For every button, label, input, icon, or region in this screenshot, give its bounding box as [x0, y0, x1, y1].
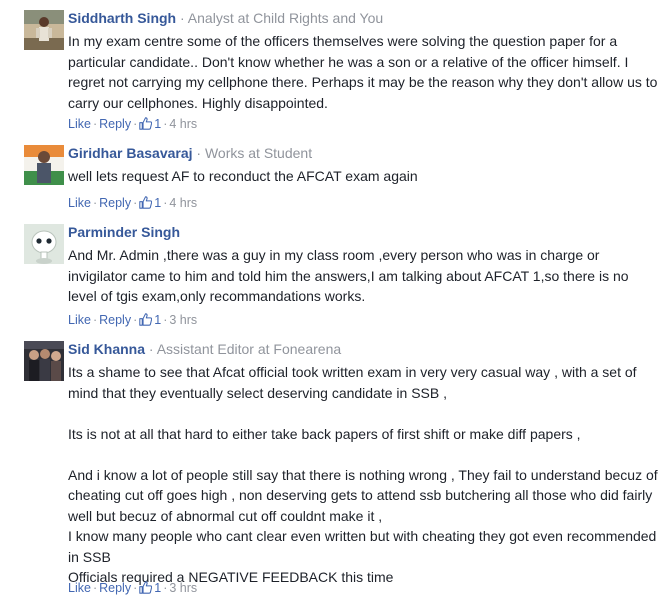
- commenter-name[interactable]: Parminder Singh: [68, 224, 180, 240]
- separator-dot: ·: [92, 196, 98, 210]
- commenter-subtitle: Analyst at Child Rights and You: [187, 10, 384, 26]
- thumbs-up-icon: [139, 117, 153, 130]
- comment-paragraph: I know many people who cant clear even w…: [68, 528, 657, 565]
- commenter-name[interactable]: Sid Khanna: [68, 341, 145, 357]
- reply-link[interactable]: Reply: [99, 117, 131, 131]
- comment-paragraph: And Mr. Admin ,there was a guy in my cla…: [68, 247, 629, 304]
- comment-paragraph: [68, 444, 658, 465]
- avatar[interactable]: [24, 10, 64, 50]
- commenter-subtitle: Works at Student: [204, 145, 313, 161]
- comment-text: well lets request AF to reconduct the AF…: [68, 166, 658, 187]
- separator-dot: ·: [196, 145, 202, 161]
- reply-link[interactable]: Reply: [99, 196, 131, 210]
- separator-dot: ·: [92, 117, 98, 131]
- commenter-name[interactable]: Siddharth Singh: [68, 10, 176, 26]
- commenter-subtitle: Assistant Editor at Fonearena: [156, 341, 342, 357]
- like-count[interactable]: 1: [139, 313, 161, 327]
- reply-link[interactable]: Reply: [99, 313, 131, 327]
- separator-dot: ·: [148, 341, 154, 357]
- like-link[interactable]: Like: [68, 117, 91, 131]
- avatar[interactable]: [24, 224, 64, 264]
- comment-actions: Like · Reply · 1 · 4 hrs: [68, 196, 197, 210]
- comment-actions: Like · Reply · 1 · 3 hrs: [68, 581, 197, 595]
- avatar[interactable]: [24, 341, 64, 381]
- comment-paragraph: In my exam centre some of the officers t…: [68, 33, 658, 111]
- comment-text: Its a shame to see that Afcat official t…: [68, 362, 658, 588]
- thumbs-up-icon: [139, 581, 153, 594]
- comment-paragraph: And i know a lot of people still say tha…: [68, 466, 658, 524]
- separator-dot: ·: [92, 581, 98, 595]
- separator-dot: ·: [180, 10, 185, 26]
- like-count[interactable]: 1: [139, 581, 161, 595]
- comment-paragraph: Its is not at all that hard to either ta…: [68, 425, 581, 442]
- timestamp[interactable]: 4 hrs: [169, 117, 197, 131]
- comment-paragraph: [68, 403, 658, 424]
- like-link[interactable]: Like: [68, 581, 91, 595]
- commenter-name[interactable]: Giridhar Basavaraj: [68, 145, 193, 161]
- comment-paragraph: Its a shame to see that Afcat official t…: [68, 364, 637, 401]
- comment-actions: Like · Reply · 1 · 3 hrs: [68, 313, 197, 327]
- avatar[interactable]: [24, 145, 64, 185]
- like-link[interactable]: Like: [68, 313, 91, 327]
- separator-dot: ·: [92, 313, 98, 327]
- comment-text: And Mr. Admin ,there was a guy in my cla…: [68, 245, 658, 307]
- like-link[interactable]: Like: [68, 196, 91, 210]
- thumbs-up-icon: [139, 313, 153, 326]
- reply-link[interactable]: Reply: [99, 581, 131, 595]
- timestamp[interactable]: 3 hrs: [169, 581, 197, 595]
- like-count[interactable]: 1: [139, 196, 161, 210]
- like-count[interactable]: 1: [139, 117, 161, 131]
- comment-actions: Like · Reply · 1 · 4 hrs: [68, 117, 197, 131]
- comment-paragraph: well lets request AF to reconduct the AF…: [68, 168, 418, 184]
- timestamp[interactable]: 4 hrs: [169, 196, 197, 210]
- timestamp[interactable]: 3 hrs: [169, 313, 197, 327]
- thumbs-up-icon: [139, 196, 153, 209]
- comment-text: In my exam centre some of the officers t…: [68, 31, 658, 113]
